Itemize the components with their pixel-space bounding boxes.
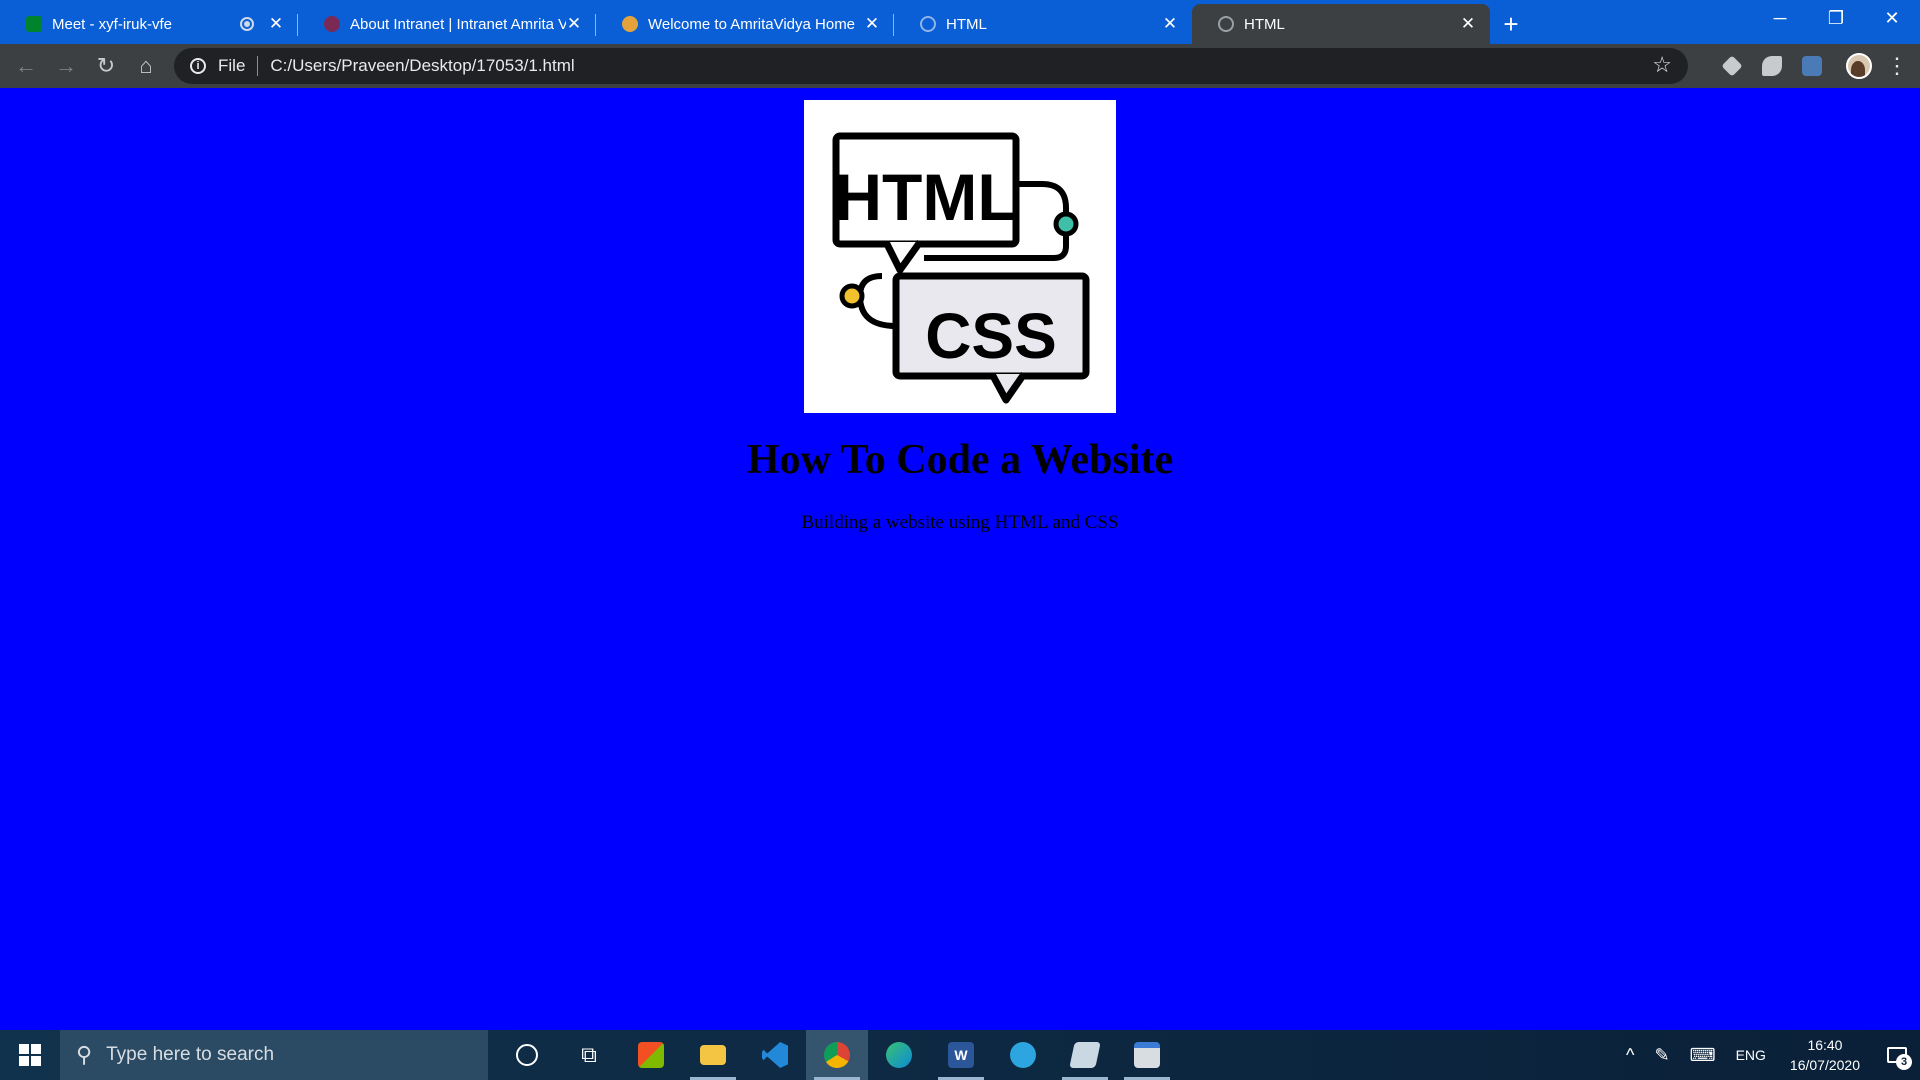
clock-date: 16/07/2020 <box>1789 1057 1860 1073</box>
tab-title: About Intranet | Intranet Amrita V <box>350 15 566 33</box>
taskbar-app-edge[interactable] <box>868 1030 930 1080</box>
tab-meet[interactable]: Meet - xyf-iruk-vfe ✕ <box>0 4 298 44</box>
task-view-button[interactable]: ⧉ <box>558 1030 620 1080</box>
globe-icon <box>1218 16 1234 32</box>
notification-badge: 3 <box>1896 1054 1912 1070</box>
logo-css-text: CSS <box>925 300 1057 372</box>
close-icon[interactable]: ✕ <box>268 15 284 32</box>
close-icon[interactable]: ✕ <box>1460 15 1476 32</box>
amrita-icon <box>324 16 340 32</box>
extension-box-icon[interactable] <box>1721 55 1743 77</box>
html-css-logo-graphic: HTML CSS <box>832 132 1090 404</box>
chevron-up-icon[interactable]: ^ <box>1626 1045 1634 1066</box>
folder-icon <box>700 1045 726 1065</box>
search-placeholder: Type here to search <box>106 1044 275 1065</box>
tab-html-1[interactable]: HTML ✕ <box>894 4 1192 44</box>
browser-toolbar: ← → ↻ ⌂ i File C:/Users/Praveen/Desktop/… <box>0 44 1920 88</box>
pen-icon[interactable]: ✎ <box>1655 1045 1670 1066</box>
google-meet-icon <box>26 16 42 32</box>
taskbar-app-notes[interactable] <box>1054 1030 1116 1080</box>
language-indicator[interactable]: ENG <box>1736 1047 1766 1063</box>
window-controls: ─ ❐ ✕ <box>1752 0 1920 36</box>
reload-button[interactable]: ↻ <box>86 48 126 84</box>
close-window-button[interactable]: ✕ <box>1864 0 1920 36</box>
taskbar-clock[interactable]: 16:40 16/07/2020 <box>1790 1035 1860 1075</box>
restore-button[interactable]: ❐ <box>1808 0 1864 36</box>
monitor-app-icon <box>1134 1042 1160 1068</box>
close-icon[interactable]: ✕ <box>864 15 880 32</box>
bookmark-star-icon[interactable]: ☆ <box>1652 52 1672 78</box>
windows-taskbar: ⚲ Type here to search ⧉ W ^ ✎ ⌨ ENG 16:4… <box>0 1030 1920 1080</box>
tab-title: Meet - xyf-iruk-vfe <box>52 15 173 33</box>
microsoft-store-icon <box>638 1042 664 1068</box>
keyboard-icon[interactable]: ⌨ <box>1690 1045 1716 1066</box>
taskbar-app-chrome[interactable] <box>806 1030 868 1080</box>
taskbar-app-remote[interactable] <box>1116 1030 1178 1080</box>
forward-button[interactable]: → <box>46 48 86 84</box>
taskbar-apps: ⧉ W <box>496 1030 1178 1080</box>
taskbar-app-store[interactable] <box>620 1030 682 1080</box>
address-bar[interactable]: i File C:/Users/Praveen/Desktop/17053/1.… <box>174 48 1688 84</box>
extension-square-icon[interactable] <box>1802 56 1822 76</box>
back-button[interactable]: ← <box>6 48 46 84</box>
system-tray: ^ ✎ ⌨ ENG 16:40 16/07/2020 3 <box>1616 1030 1920 1080</box>
site-info-icon[interactable]: i <box>190 58 206 74</box>
extension-bird-icon[interactable] <box>1762 56 1782 76</box>
taskbar-app-word[interactable]: W <box>930 1030 992 1080</box>
recording-icon <box>240 17 254 31</box>
tab-title: HTML <box>946 15 987 33</box>
new-tab-button[interactable]: + <box>1490 4 1532 44</box>
html-css-logo-image: HTML CSS <box>804 100 1116 413</box>
taskbar-app-vscode[interactable] <box>744 1030 806 1080</box>
browser-menu-icon[interactable]: ⋮ <box>1882 53 1912 79</box>
profile-avatar[interactable] <box>1846 53 1872 79</box>
cortana-button[interactable] <box>496 1030 558 1080</box>
close-icon[interactable]: ✕ <box>566 15 582 32</box>
task-view-icon: ⧉ <box>581 1042 597 1067</box>
tab-strip: Meet - xyf-iruk-vfe ✕ About Intranet | I… <box>0 0 1920 44</box>
tab-intranet[interactable]: About Intranet | Intranet Amrita V ✕ <box>298 4 596 44</box>
tab-amritavidya[interactable]: Welcome to AmritaVidya Home ✕ <box>596 4 894 44</box>
taskbar-app-file-explorer[interactable] <box>682 1030 744 1080</box>
tab-title: Welcome to AmritaVidya Home <box>648 15 856 33</box>
search-icon: ⚲ <box>76 1042 93 1067</box>
vscode-icon <box>762 1042 788 1068</box>
cortana-icon <box>516 1044 538 1066</box>
close-icon[interactable]: ✕ <box>1162 15 1178 32</box>
scheme-label: File <box>218 56 246 75</box>
home-button[interactable]: ⌂ <box>126 48 166 84</box>
minimize-button[interactable]: ─ <box>1752 0 1808 36</box>
chrome-icon <box>824 1042 850 1068</box>
windows-logo-icon <box>19 1044 41 1066</box>
extensions-area: ⋮ <box>1712 44 1920 88</box>
tab-html-active[interactable]: HTML ✕ <box>1192 4 1490 44</box>
clock-time: 16:40 <box>1807 1037 1843 1053</box>
page-title: How To Code a Website <box>746 437 1174 483</box>
logo-html-text: HTML <box>834 160 1017 234</box>
page-subtitle: Building a website using HTML and CSS <box>801 512 1119 533</box>
omnibox-divider <box>257 56 259 76</box>
action-center-button[interactable]: 3 <box>1874 1030 1920 1080</box>
notes-app-icon <box>1069 1042 1101 1068</box>
globe-icon <box>920 16 936 32</box>
start-button[interactable] <box>0 1030 60 1080</box>
edge-icon <box>886 1042 912 1068</box>
taskbar-search-box[interactable]: ⚲ Type here to search <box>60 1030 488 1080</box>
tab-title: HTML <box>1244 15 1285 33</box>
page-viewport: HTML CSS How To Code a Website Building … <box>0 88 1920 1030</box>
word-icon: W <box>948 1042 974 1068</box>
telegram-icon <box>1010 1042 1036 1068</box>
taskbar-app-telegram[interactable] <box>992 1030 1054 1080</box>
url-text[interactable]: C:/Users/Praveen/Desktop/17053/1.html <box>270 56 574 76</box>
amritavidya-icon <box>622 16 638 32</box>
